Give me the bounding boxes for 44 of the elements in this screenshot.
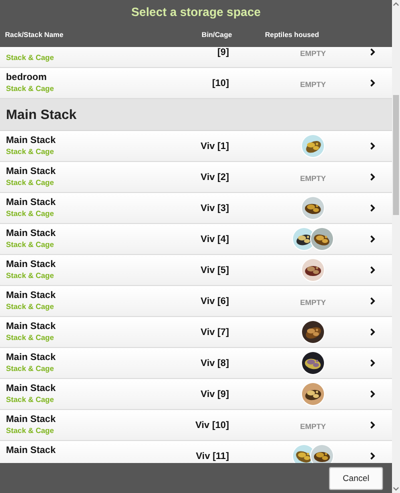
chevron-icon xyxy=(370,297,375,305)
cage-label: Viv [8] xyxy=(200,358,229,369)
rack-name: Main Stack xyxy=(6,352,56,363)
rack-name: Main Stack xyxy=(6,259,56,270)
scrollbar-thumb[interactable] xyxy=(393,95,399,215)
cage-label: Viv [7] xyxy=(200,327,229,338)
chevron-icon xyxy=(370,359,375,367)
cage-label: Viv [6] xyxy=(200,296,229,307)
rack-name: Main Stack xyxy=(6,414,56,425)
chevron-icon xyxy=(370,266,375,274)
chevron-icon xyxy=(370,48,375,56)
rack-name: Main Stack xyxy=(6,166,56,177)
rack-name: Main Stack xyxy=(6,445,56,456)
cage-label: [9] xyxy=(217,47,229,58)
chevron-icon xyxy=(370,204,375,212)
chevron-icon xyxy=(370,328,375,336)
rack-name: Main Stack xyxy=(6,135,56,146)
chevron-icon xyxy=(370,79,375,87)
section-title: Main Stack xyxy=(6,107,77,122)
rack-name: Main Stack xyxy=(6,321,56,332)
scroll-up-icon[interactable] xyxy=(393,2,399,6)
chevron-icon xyxy=(370,173,375,181)
cage-label: Viv [2] xyxy=(200,172,229,183)
cage-label: Viv [3] xyxy=(200,203,229,214)
cage-label: Viv [11] xyxy=(196,451,229,462)
cancel-button[interactable]: Cancel xyxy=(329,466,383,490)
dialog-title: Select a storage space xyxy=(131,4,261,21)
rack-name: Main Stack xyxy=(6,228,56,239)
cage-label: [10] xyxy=(212,78,229,89)
cage-label: Viv [9] xyxy=(200,389,229,400)
chevron-icon xyxy=(370,390,375,398)
cage-label: Viv [4] xyxy=(200,234,229,245)
rack-name: bedroom xyxy=(6,72,47,83)
chevron-icon xyxy=(370,421,375,429)
cage-label: Viv [5] xyxy=(200,265,229,276)
chevron-icon xyxy=(370,142,375,150)
rack-name: Main Stack xyxy=(6,383,56,394)
cage-label: Viv [1] xyxy=(200,141,229,152)
rack-name: Main Stack xyxy=(6,290,56,301)
cage-label: Viv [10] xyxy=(195,420,229,431)
chevron-icon xyxy=(370,235,375,243)
chevron-icon xyxy=(370,452,375,460)
rack-name: Main Stack xyxy=(6,197,56,208)
scroll-down-icon[interactable] xyxy=(393,487,399,491)
